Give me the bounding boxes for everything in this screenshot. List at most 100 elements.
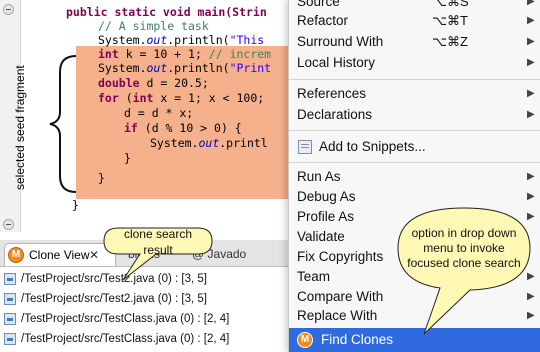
code-line: int k = 10 + 1; // increm (98, 48, 271, 61)
code-text: .println( (167, 61, 230, 75)
menu-option-callout-text: option in drop down menu to invoke focus… (407, 226, 521, 270)
menu-item-references[interactable]: References ▶ (289, 83, 540, 105)
code-text: System. (150, 136, 199, 150)
code-keyword: double (98, 76, 140, 90)
menu-item-add-to-snippets[interactable]: Add to Snippets... (289, 136, 540, 158)
result-text: /TestProject/src/TestClass.java (0) : [2… (21, 333, 230, 345)
menu-shortcut: ⌥⌘Z (432, 34, 468, 49)
submenu-arrow-icon: ▶ (527, 88, 535, 99)
code-line: public static void main(Strin (66, 6, 267, 19)
code-comment: // increm (208, 47, 272, 61)
menu-item-label: References (297, 86, 367, 101)
submenu-arrow-icon: ▶ (527, 36, 535, 47)
menu-item-label: Team (297, 269, 331, 284)
code-string: "Print (229, 61, 272, 75)
code-keyword: int (98, 47, 119, 61)
code-text: .printl (219, 136, 268, 150)
menu-item-label: Replace With (297, 308, 378, 323)
code-keyword: if (124, 121, 138, 135)
code-line: System.out.println("This (98, 34, 264, 47)
code-field: out (146, 61, 168, 75)
menu-item-label: Refactor (297, 13, 349, 28)
code-line: } (98, 172, 105, 185)
close-icon[interactable]: ✕ (89, 244, 99, 266)
selected-seed-fragment-label: selected seed fragment (13, 65, 27, 190)
code-text: k = 10 + 1; (118, 47, 209, 61)
code-text: (d % 10 > 0) { (137, 121, 242, 135)
clone-finder-icon: M (297, 332, 313, 348)
java-file-icon (4, 333, 16, 345)
code-text: } (124, 151, 131, 165)
code-editor[interactable]: public static void main(Strin // A simpl… (0, 0, 301, 232)
code-line: d = d * x; (124, 107, 193, 120)
tab-label: Clone View (29, 248, 90, 262)
java-file-icon (4, 293, 16, 305)
java-file-icon (4, 313, 16, 325)
menu-item-label: Validate (297, 229, 345, 244)
submenu-arrow-icon: ▶ (527, 211, 535, 222)
tab-clone-view[interactable]: M Clone View ✕ (4, 243, 116, 266)
context-menu: Source ⌥⌘S ▶ Refactor ⌥⌘T ▶ Surround Wit… (288, 0, 540, 352)
submenu-arrow-icon: ▶ (527, 57, 535, 68)
code-line: System.out.println("Print (98, 62, 271, 75)
menu-item-label: Local History (297, 55, 376, 70)
clone-view-icon: M (8, 247, 24, 263)
fold-collapse-icon[interactable] (3, 4, 14, 15)
menu-shortcut: ⌥⌘T (432, 13, 468, 28)
code-line: } (124, 152, 131, 165)
selection-brace (49, 55, 77, 193)
java-file-icon (4, 273, 16, 285)
menu-item-label: Find Clones (321, 332, 394, 347)
code-text: public static void main(Strin (66, 5, 267, 19)
code-line: System.out.printl (150, 137, 268, 150)
menu-item-local-history[interactable]: Local History ▶ (289, 52, 540, 74)
code-line: if (d % 10 > 0) { (124, 122, 242, 135)
code-comment: // A simple task (98, 19, 209, 33)
submenu-arrow-icon: ▶ (527, 310, 535, 321)
code-text: .println( (167, 33, 230, 47)
code-text: ( (118, 91, 133, 105)
result-text: /TestProject/src/TestClass.java (0) : [2… (21, 313, 230, 325)
code-line: double d = 20.5; (98, 77, 209, 90)
code-text: System. (98, 33, 147, 47)
menu-item-find-clones[interactable]: M Find Clones (289, 328, 540, 352)
menu-item-profile-as[interactable]: Profile As ▶ (289, 206, 540, 228)
submenu-arrow-icon: ▶ (527, 191, 535, 202)
code-text: System. (98, 61, 147, 75)
code-field: out (198, 136, 220, 150)
code-text: } (98, 171, 105, 185)
code-line: // A simple task (98, 20, 209, 33)
menu-item-label: Surround With (297, 34, 384, 49)
code-text: d = 20.5; (139, 76, 209, 90)
submenu-arrow-icon: ▶ (527, 15, 535, 26)
menu-item-label: Add to Snippets... (319, 139, 426, 154)
code-text: } (72, 198, 79, 212)
menu-item-surround-with[interactable]: Surround With ⌥⌘Z ▶ (289, 31, 540, 53)
code-field: out (146, 33, 168, 47)
fold-collapse-icon[interactable] (3, 219, 14, 230)
code-keyword: for (98, 91, 119, 105)
submenu-arrow-icon: ▶ (527, 109, 535, 120)
submenu-arrow-icon: ▶ (527, 271, 535, 282)
menu-item-label: Fix Copyrights (297, 249, 384, 264)
menu-item-label: Profile As (297, 209, 355, 224)
menu-item-run-as[interactable]: Run As ▶ (289, 166, 540, 188)
code-text: x = 1; x < 100; (153, 91, 265, 105)
clone-search-callout-text: clone search result (123, 227, 193, 257)
menu-item-replace-with[interactable]: Replace With ▶ (289, 305, 540, 327)
menu-separator (289, 79, 540, 80)
menu-separator (289, 162, 540, 163)
menu-item-debug-as[interactable]: Debug As ▶ (289, 186, 540, 208)
menu-item-declarations[interactable]: Declarations ▶ (289, 104, 540, 126)
menu-item-label: Declarations (297, 107, 373, 122)
code-keyword: int (132, 91, 154, 105)
menu-item-refactor[interactable]: Refactor ⌥⌘T ▶ (289, 10, 540, 32)
code-string: "This (229, 33, 265, 47)
code-line: } (72, 199, 79, 212)
code-line: for (int x = 1; x < 100; (98, 92, 264, 105)
menu-item-label: Run As (297, 169, 341, 184)
result-text: /TestProject/src/Test2.java (0) : [3, 5] (21, 293, 207, 305)
submenu-arrow-icon: ▶ (527, 171, 535, 182)
menu-separator (289, 130, 540, 131)
menu-item-label: Debug As (297, 189, 356, 204)
